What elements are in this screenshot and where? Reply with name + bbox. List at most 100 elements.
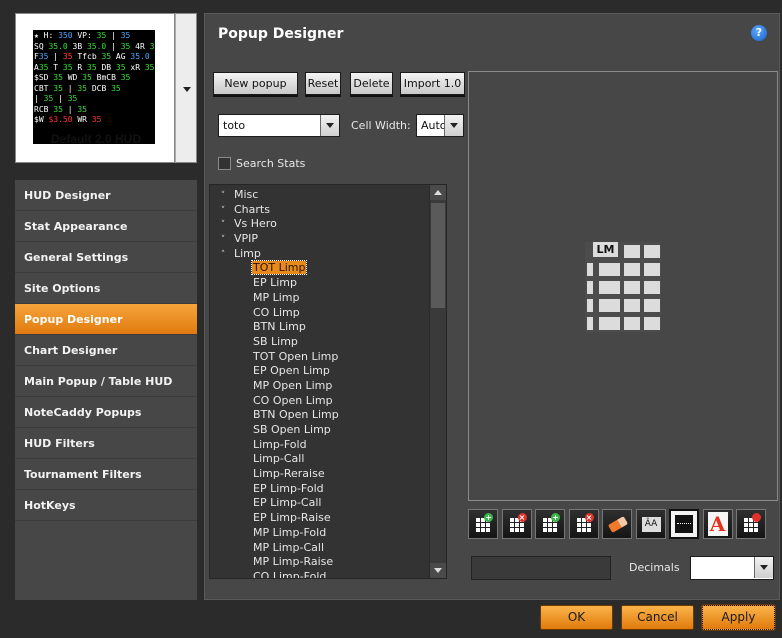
sidebar-item-tournament-filters[interactable]: Tournament Filters: [15, 459, 197, 490]
remove-column-button[interactable]: ×: [568, 509, 599, 539]
sidebar-item-hud-filters[interactable]: HUD Filters: [15, 428, 197, 459]
import-button[interactable]: Import 1.0: [400, 72, 465, 95]
tree-stat-item[interactable]: BTN Open Limp: [210, 408, 430, 423]
popup-cell-lm[interactable]: LM: [593, 242, 618, 257]
tree-stat-item[interactable]: Limp-Call: [210, 452, 430, 467]
popup-cell[interactable]: [644, 245, 660, 258]
tree-stat-item[interactable]: EP Limp-Raise: [210, 511, 430, 526]
tree-stat-item[interactable]: EP Open Limp: [210, 364, 430, 379]
tree-group[interactable]: ˄ Limp: [210, 247, 430, 262]
delete-button[interactable]: Delete: [350, 72, 393, 95]
gear-badge: [752, 513, 761, 522]
cell-width-select[interactable]: Auto: [416, 114, 464, 137]
popup-cell[interactable]: [587, 263, 593, 276]
cell-divider-button[interactable]: [669, 509, 699, 539]
tree-stat-item[interactable]: CO Limp: [210, 306, 430, 321]
new-popup-button[interactable]: New popup: [213, 72, 298, 95]
cancel-button[interactable]: Cancel: [621, 605, 694, 630]
tree-stat-label: MP Open Limp: [253, 378, 333, 392]
tree-stat-item[interactable]: MP Limp-Raise: [210, 555, 430, 570]
tree-stat-item[interactable]: MP Limp-Call: [210, 541, 430, 556]
tree-stat-item[interactable]: EP Limp-Call: [210, 496, 430, 511]
add-row-button[interactable]: +: [468, 509, 498, 539]
scroll-down-icon[interactable]: [430, 563, 446, 578]
chevron-down-icon: [754, 557, 773, 578]
help-icon[interactable]: ?: [751, 25, 767, 41]
popup-cell[interactable]: [587, 281, 593, 294]
tree-stat-item[interactable]: EP Limp-Fold: [210, 482, 430, 497]
tree-stat-item[interactable]: Limp-Reraise: [210, 467, 430, 482]
sidebar-item-hud-designer[interactable]: HUD Designer: [15, 180, 197, 211]
popup-select[interactable]: toto: [218, 114, 340, 137]
popup-cell[interactable]: [599, 281, 620, 294]
chevron-down-icon[interactable]: ˅: [217, 233, 229, 248]
popup-grid[interactable]: LM: [585, 242, 661, 332]
ok-button[interactable]: OK: [540, 605, 613, 630]
popup-cell[interactable]: [599, 299, 620, 312]
tree-stat-item[interactable]: MP Open Limp: [210, 379, 430, 394]
chevron-up-icon[interactable]: ˄: [217, 248, 229, 263]
popup-cell[interactable]: [624, 263, 640, 276]
tree-group[interactable]: ˅ Misc: [210, 188, 430, 203]
sidebar-item-popup-designer[interactable]: Popup Designer: [15, 304, 197, 335]
add-column-button[interactable]: +: [535, 509, 565, 539]
eraser-button[interactable]: [602, 509, 632, 539]
apply-button[interactable]: Apply: [701, 604, 776, 631]
tree-stat-item[interactable]: SB Open Limp: [210, 423, 430, 438]
decimals-select[interactable]: [690, 556, 774, 580]
chevron-down-icon[interactable]: ˅: [217, 218, 229, 233]
text-color-button[interactable]: A: [702, 509, 733, 539]
tree-stat-item[interactable]: TOT Open Limp: [210, 350, 430, 365]
hud-select-dropdown[interactable]: [175, 13, 197, 163]
hud-preview[interactable]: ★ H: 350 VP: 35 | 35 SQ 35.0 3B 35.0 | 35…: [15, 13, 175, 163]
tree-group[interactable]: ˅ Vs Hero: [210, 217, 430, 232]
popup-cell[interactable]: [624, 281, 640, 294]
tree-stat-item[interactable]: EP Limp: [210, 276, 430, 291]
tool-badge: ×: [584, 513, 594, 522]
tree-stat-item[interactable]: MP Limp: [210, 291, 430, 306]
tree-group[interactable]: ˅ Charts: [210, 203, 430, 218]
sidebar-item-chart-designer[interactable]: Chart Designer: [15, 335, 197, 366]
sidebar-item-general-settings[interactable]: General Settings: [15, 242, 197, 273]
hud-stat-text: DB: [96, 62, 116, 72]
tree-stat-item[interactable]: BTN Limp: [210, 320, 430, 335]
popup-cell[interactable]: [587, 317, 593, 330]
font-size-button[interactable]: ÂA: [635, 509, 666, 539]
reset-button[interactable]: Reset: [305, 72, 341, 95]
cell-settings-button[interactable]: [736, 509, 766, 539]
sidebar-item-hotkeys[interactable]: HotKeys: [15, 490, 197, 521]
tool-badge: +: [484, 513, 493, 522]
tree-stat-item[interactable]: SB Limp: [210, 335, 430, 350]
scroll-up-icon[interactable]: [430, 185, 446, 200]
text-color-icon: A: [707, 512, 728, 536]
tree-stat-item[interactable]: MP Limp-Fold: [210, 526, 430, 541]
popup-cell[interactable]: [624, 317, 640, 330]
popup-cell[interactable]: [624, 245, 640, 258]
scrollbar-thumb[interactable]: [431, 203, 445, 308]
remove-row-button[interactable]: ×: [501, 509, 532, 539]
search-stats-checkbox[interactable]: [218, 157, 231, 170]
sidebar-item-stat-appearance[interactable]: Stat Appearance: [15, 211, 197, 242]
tree-stat-label: Limp-Call: [253, 452, 305, 466]
popup-cell[interactable]: [587, 299, 593, 312]
popup-cell[interactable]: [644, 317, 660, 330]
tree-stat-item[interactable]: Limp-Fold: [210, 438, 430, 453]
sidebar-item-notecaddy-popups[interactable]: NoteCaddy Popups: [15, 397, 197, 428]
chevron-down-icon[interactable]: ˅: [217, 204, 229, 219]
popup-cell[interactable]: [624, 299, 640, 312]
popup-cell[interactable]: [599, 317, 620, 330]
tree-stat-item[interactable]: TOT Limp: [210, 260, 430, 276]
popup-cell[interactable]: [599, 263, 620, 276]
sidebar-item-main-popup-table-hud[interactable]: Main Popup / Table HUD: [15, 366, 197, 397]
chevron-down-icon[interactable]: ˅: [217, 189, 229, 204]
cell-text-input[interactable]: [471, 556, 611, 580]
tree-stat-item[interactable]: CO Open Limp: [210, 394, 430, 409]
popup-cell[interactable]: [644, 263, 660, 276]
popup-cell[interactable]: [644, 281, 660, 294]
tree-stat-item[interactable]: CO Limp-Fold: [210, 570, 430, 578]
popup-canvas[interactable]: LM: [468, 71, 778, 501]
tree-group[interactable]: ˅ VPIP: [210, 232, 430, 247]
tree-scrollbar[interactable]: [429, 185, 446, 578]
sidebar-item-site-options[interactable]: Site Options: [15, 273, 197, 304]
popup-cell[interactable]: [644, 299, 660, 312]
